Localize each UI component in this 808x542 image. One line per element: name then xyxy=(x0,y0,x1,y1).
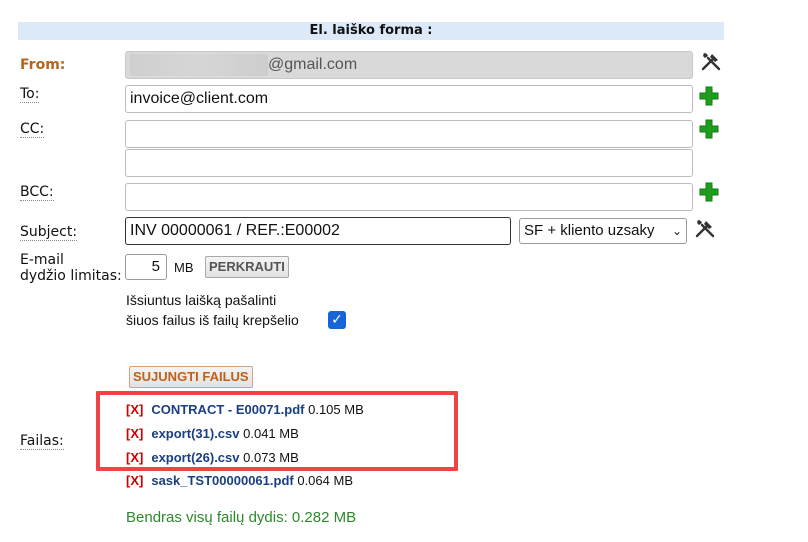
remove-files-text: Išsiuntus laišką pašalinti šiuos failus … xyxy=(126,290,299,330)
cc-label: CC: xyxy=(20,121,45,138)
limit-input[interactable]: 5 xyxy=(125,254,167,280)
merge-files-button[interactable]: SUJUNGTI FAILUS xyxy=(129,366,253,388)
form-title: El. laiško forma : xyxy=(18,22,724,40)
template-select-value: SF + kliento uzsaky xyxy=(524,222,655,239)
files-label: Failas: xyxy=(20,433,64,450)
highlight-box xyxy=(96,391,458,471)
limit-unit: MB xyxy=(174,260,194,275)
tools-icon[interactable] xyxy=(694,217,716,239)
add-bcc-icon[interactable] xyxy=(698,181,720,203)
template-select[interactable]: SF + kliento uzsaky ⌄ xyxy=(519,218,687,244)
total-size: Bendras visų failų dydis: 0.282 MB xyxy=(126,509,357,526)
remove-files-checkbox[interactable]: ✓ xyxy=(328,311,346,329)
email-limit-label-line1: E-mail xyxy=(20,252,64,268)
subject-field[interactable]: INV 00000061 / REF.:E00002 xyxy=(125,217,511,245)
file-row: [X] sask_TST00000061.pdf 0.064 MB xyxy=(126,473,353,488)
cc-field-2[interactable] xyxy=(125,149,693,177)
tools-icon[interactable] xyxy=(700,50,722,72)
from-label: From: xyxy=(20,57,66,73)
add-to-icon[interactable] xyxy=(698,85,720,107)
from-field: @gmail.com xyxy=(125,51,693,79)
email-limit-label: E-mail dydžio limitas: xyxy=(20,252,122,284)
add-cc-icon[interactable] xyxy=(698,118,720,140)
remove-file-button[interactable]: [X] xyxy=(126,473,143,488)
to-label: To: xyxy=(20,86,40,103)
subject-label: Subject: xyxy=(20,224,78,241)
from-domain: @gmail.com xyxy=(268,56,358,73)
reload-button[interactable]: PERKRAUTI xyxy=(205,256,289,278)
chevron-down-icon: ⌄ xyxy=(671,224,682,238)
remove-files-text-line2: šiuos failus iš failų krepšelio xyxy=(126,312,299,328)
to-field[interactable]: invoice@client.com xyxy=(125,85,693,113)
file-link[interactable]: sask_TST00000061.pdf xyxy=(151,473,293,488)
file-size: 0.064 MB xyxy=(297,473,353,488)
redacted-email-user xyxy=(130,53,268,76)
email-limit-label-line2: dydžio limitas: xyxy=(20,268,122,284)
bcc-field[interactable] xyxy=(125,183,693,211)
cc-field[interactable] xyxy=(125,120,693,148)
bcc-label: BCC: xyxy=(20,184,54,201)
remove-files-text-line1: Išsiuntus laišką pašalinti xyxy=(126,292,277,308)
